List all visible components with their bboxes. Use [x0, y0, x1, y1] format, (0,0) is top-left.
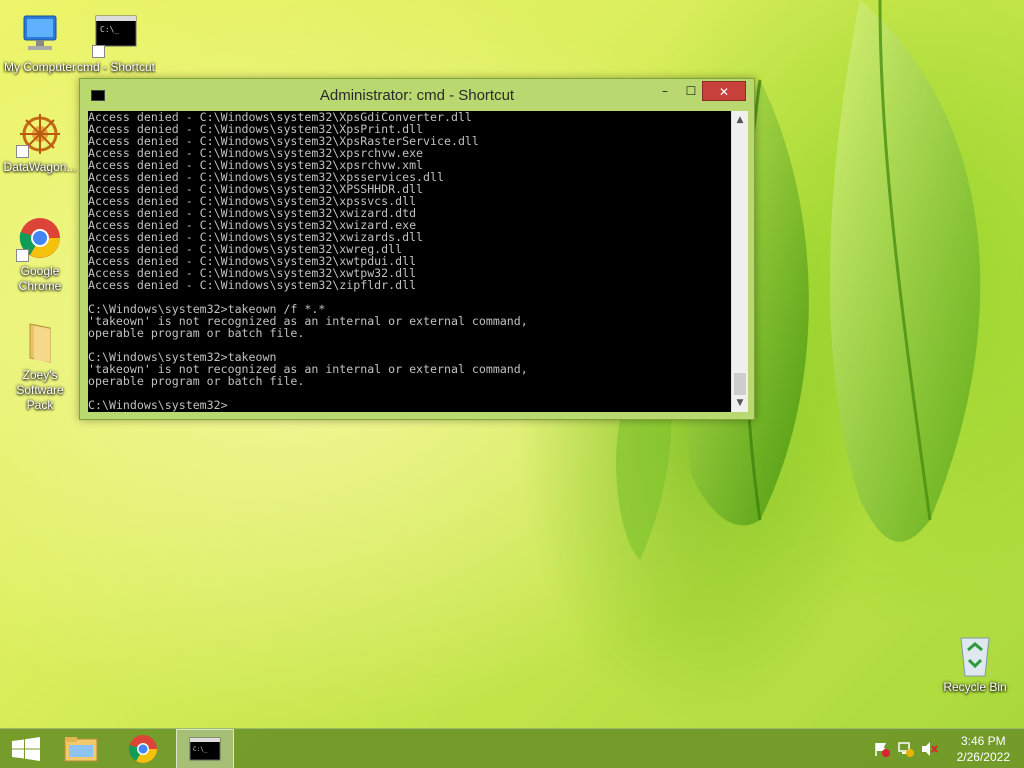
desktop-icon-label: Google Chrome — [18, 264, 62, 293]
desktop-icon-cmd-shortcut[interactable]: C:\_ cmd - Shortcut — [76, 10, 156, 75]
desktop-icon-label: Zoey's Software Pack — [16, 368, 64, 412]
shortcut-arrow-icon — [16, 145, 29, 158]
scroll-down-icon[interactable]: ▼ — [732, 395, 748, 411]
scroll-up-icon[interactable]: ▲ — [732, 112, 748, 128]
desktop-icon-label: DataWagon... — [3, 160, 77, 174]
shortcut-arrow-icon — [16, 249, 29, 262]
desktop-icon-my-computer[interactable]: My Computer — [0, 10, 80, 75]
recycle-bin-icon — [951, 630, 999, 678]
svg-text:C:\_: C:\_ — [193, 746, 208, 753]
shortcut-arrow-icon — [92, 45, 105, 58]
scrollbar-thumb[interactable] — [734, 373, 746, 395]
computer-icon — [16, 10, 64, 58]
desktop-icon-datawagon[interactable]: DataWagon... — [0, 110, 80, 175]
datawagon-icon — [16, 110, 64, 158]
desktop-icon-google-chrome[interactable]: Google Chrome — [0, 214, 80, 294]
chrome-icon — [16, 214, 64, 262]
taskbar-cmd[interactable]: C:\_ — [176, 729, 234, 768]
system-clock[interactable]: 3:46 PM 2/26/2022 — [957, 733, 1010, 765]
chrome-icon — [128, 735, 157, 763]
cmd-icon: C:\_ — [92, 10, 140, 58]
desktop-icon-recycle-bin[interactable]: Recycle Bin — [935, 630, 1015, 695]
taskbar-chrome[interactable] — [114, 729, 172, 768]
taskbar-file-explorer[interactable] — [52, 729, 110, 768]
minimize-button[interactable]: – — [652, 81, 678, 101]
desktop-icon-label: My Computer — [3, 60, 77, 74]
console-line: C:\Windows\system32> — [88, 398, 228, 412]
start-button[interactable] — [0, 729, 58, 768]
maximize-button[interactable]: ☐ — [678, 81, 704, 101]
clock-time: 3:46 PM — [960, 734, 1006, 748]
desktop-icon-zoeys-software-pack[interactable]: Zoey's Software Pack — [0, 318, 80, 413]
console-line: operable program or batch file. — [88, 374, 305, 388]
folder-icon — [16, 318, 64, 366]
svg-text:C:\_: C:\_ — [100, 25, 119, 34]
folder-icon — [64, 737, 98, 762]
taskbar: C:\_ 3:46 PM 2/26/2022 — [0, 728, 1024, 768]
action-center-flag-icon[interactable] — [873, 741, 891, 757]
windows-logo-icon — [12, 737, 40, 761]
cmd-icon: C:\_ — [189, 737, 221, 761]
volume-muted-icon[interactable] — [920, 741, 938, 757]
vertical-scrollbar[interactable]: ▲ ▼ — [731, 111, 748, 412]
console-line: operable program or batch file. — [88, 326, 305, 340]
desktop-icon-label: Recycle Bin — [943, 680, 1007, 694]
close-button[interactable]: ✕ — [702, 81, 746, 101]
desktop-icon-label: cmd - Shortcut — [76, 60, 156, 74]
network-icon[interactable] — [897, 741, 915, 757]
cmd-window[interactable]: Administrator: cmd - Shortcut – ☐ ✕ Acce… — [79, 78, 755, 420]
console-output[interactable]: Access denied - C:\Windows\system32\XpsG… — [88, 111, 731, 412]
window-titlebar[interactable]: Administrator: cmd - Shortcut – ☐ ✕ — [80, 79, 754, 111]
console-line: Access denied - C:\Windows\system32\zipf… — [88, 278, 417, 292]
clock-date: 2/26/2022 — [956, 750, 1010, 764]
